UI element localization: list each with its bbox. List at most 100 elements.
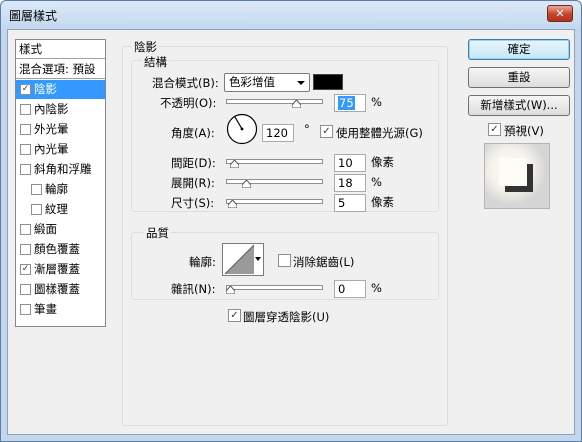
style-item-label: 筆畫 <box>34 302 57 316</box>
global-light-label[interactable]: 使用整體光源(G) <box>336 125 423 141</box>
styles-list-header[interactable]: 樣式 <box>16 40 105 59</box>
style-item-label: 紋理 <box>45 202 68 216</box>
new-style-button[interactable]: 新增樣式(W)... <box>468 95 570 116</box>
contour-label: 輪廓: <box>189 255 216 269</box>
opacity-slider-thumb[interactable] <box>292 100 301 108</box>
style-item-checkbox[interactable] <box>20 284 31 295</box>
style-item-checkbox[interactable] <box>20 164 31 175</box>
preview-label[interactable]: 預視(V) <box>504 123 544 139</box>
window-title: 圖層樣式 <box>9 9 58 23</box>
style-item[interactable]: ✓ 漸層覆蓋 <box>16 260 105 279</box>
style-preview-thumbnail <box>484 143 550 209</box>
blend-mode-value: 色彩增值 <box>229 75 275 89</box>
angle-input[interactable]: 120 <box>262 124 294 142</box>
blend-mode-select[interactable]: 色彩增值 <box>224 73 310 92</box>
spread-unit: % <box>371 175 382 189</box>
angle-unit: ° <box>304 122 310 136</box>
style-item[interactable]: 外光暈 <box>16 120 105 139</box>
style-item[interactable]: 輪廓 <box>16 180 105 199</box>
preview-checkbox[interactable]: ✓ <box>488 123 501 136</box>
style-item-checkbox[interactable] <box>20 244 31 255</box>
angle-value: 120 <box>266 126 288 140</box>
size-unit: 像素 <box>371 195 394 209</box>
contour-curve-icon <box>224 244 255 275</box>
spread-label: 展開(R): <box>171 176 215 190</box>
ok-button[interactable]: 確定 <box>468 39 570 60</box>
spread-input[interactable]: 18 <box>334 174 366 192</box>
anti-alias-label[interactable]: 消除鋸齒(L) <box>293 254 354 270</box>
opacity-input[interactable]: 75 <box>334 94 366 112</box>
style-item-checkbox[interactable] <box>20 104 31 115</box>
opacity-slider-track[interactable] <box>226 99 323 104</box>
blend-mode-label: 混合模式(B): <box>152 76 219 90</box>
style-item[interactable]: ✓ 陰影 <box>16 80 105 99</box>
distance-unit: 像素 <box>371 155 394 169</box>
style-item-checkbox[interactable] <box>20 144 31 155</box>
size-slider-thumb[interactable] <box>227 200 237 208</box>
style-item[interactable]: 內陰影 <box>16 100 105 119</box>
distance-slider-thumb[interactable] <box>229 160 239 168</box>
preview-shadow-icon <box>485 144 549 208</box>
distance-label: 間距(D): <box>171 156 216 170</box>
knockout-label[interactable]: 圖層穿透陰影(U) <box>243 309 329 325</box>
style-item-checkbox[interactable]: ✓ <box>20 264 31 275</box>
quality-title: 品質 <box>144 225 171 241</box>
style-item-checkbox[interactable] <box>20 304 31 315</box>
title-bar: 圖層樣式 ✕ <box>1 1 581 29</box>
style-item-label: 外光暈 <box>34 122 69 136</box>
close-button[interactable]: ✕ <box>547 5 573 22</box>
style-item-label: 漸層覆蓋 <box>34 262 80 276</box>
contour-picker[interactable] <box>222 243 264 276</box>
structure-title: 結構 <box>142 54 169 70</box>
style-item-checkbox[interactable] <box>20 124 31 135</box>
opacity-value: 75 <box>338 96 355 110</box>
noise-input[interactable]: 0 <box>334 280 366 298</box>
spread-slider-thumb[interactable] <box>241 180 251 188</box>
style-item[interactable]: 顏色覆蓋 <box>16 240 105 259</box>
distance-input[interactable]: 10 <box>334 154 366 172</box>
global-light-checkbox[interactable]: ✓ <box>320 125 333 138</box>
drop-shadow-title: 陰影 <box>132 39 159 55</box>
layer-style-dialog: 圖層樣式 ✕ 樣式 混合選項: 預設 ✓ 陰影 內陰影 外光暈 內光暈 斜角和浮雕 輪廓 紋理… <box>0 0 582 442</box>
chevron-down-icon <box>297 81 305 85</box>
opacity-label: 不透明(O): <box>160 96 217 110</box>
style-item-checkbox[interactable] <box>31 204 42 215</box>
noise-slider-thumb[interactable] <box>226 286 235 294</box>
style-item[interactable]: 緞面 <box>16 220 105 239</box>
reset-button[interactable]: 重設 <box>468 67 570 88</box>
spread-value: 18 <box>338 176 353 190</box>
style-item-label: 斜角和浮雕 <box>34 162 92 176</box>
style-item-label: 輪廓 <box>45 182 68 196</box>
style-item-label: 緞面 <box>34 222 57 236</box>
distance-value: 10 <box>338 156 353 170</box>
style-item-checkbox[interactable]: ✓ <box>20 84 31 95</box>
distance-slider-track[interactable] <box>226 159 323 164</box>
spread-slider-track[interactable] <box>226 179 323 184</box>
noise-slider-track[interactable] <box>226 285 323 290</box>
shadow-color-swatch[interactable] <box>313 74 343 90</box>
style-item[interactable]: 紋理 <box>16 200 105 219</box>
blending-options-item[interactable]: 混合選項: 預設 <box>16 60 105 79</box>
style-item-checkbox[interactable] <box>31 184 42 195</box>
angle-dial[interactable] <box>226 113 258 145</box>
dialog-body: 樣式 混合選項: 預設 ✓ 陰影 內陰影 外光暈 內光暈 斜角和浮雕 輪廓 紋理 緞面 顏色覆蓋 ✓… <box>7 29 575 435</box>
knockout-checkbox[interactable]: ✓ <box>228 309 241 322</box>
size-slider-track[interactable] <box>226 199 323 204</box>
size-value: 5 <box>338 196 346 210</box>
style-item-label: 內光暈 <box>34 142 69 156</box>
style-item[interactable]: 筆畫 <box>16 300 105 319</box>
size-label: 尺寸(S): <box>171 196 215 210</box>
style-item-label: 陰影 <box>34 82 57 96</box>
angle-label: 角度(A): <box>171 126 215 140</box>
size-input[interactable]: 5 <box>334 194 366 212</box>
style-item[interactable]: 內光暈 <box>16 140 105 159</box>
anti-alias-checkbox[interactable] <box>278 254 291 267</box>
style-item-label: 圖樣覆蓋 <box>34 282 80 296</box>
style-item-checkbox[interactable] <box>20 224 31 235</box>
styles-list: 樣式 混合選項: 預設 ✓ 陰影 內陰影 外光暈 內光暈 斜角和浮雕 輪廓 紋理 緞面 顏色覆蓋 ✓… <box>15 39 106 327</box>
style-item[interactable]: 圖樣覆蓋 <box>16 280 105 299</box>
style-item[interactable]: 斜角和浮雕 <box>16 160 105 179</box>
noise-unit: % <box>371 281 382 295</box>
style-item-label: 顏色覆蓋 <box>34 242 80 256</box>
chevron-down-icon <box>255 257 261 261</box>
